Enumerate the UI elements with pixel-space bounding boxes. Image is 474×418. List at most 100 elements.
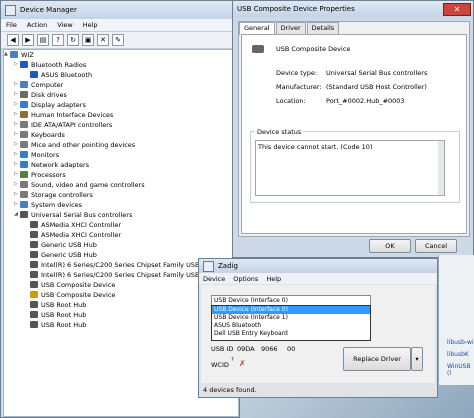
tree-row[interactable]: ▷ Disk drives: [4, 90, 238, 100]
expand-icon[interactable]: ▷: [14, 112, 19, 117]
dropdown-option[interactable]: Dell USB Entry Keyboard: [212, 330, 370, 338]
menu-zadig-help[interactable]: Help: [266, 275, 281, 283]
expand-icon[interactable]: ▷: [14, 172, 19, 177]
tree-row[interactable]: ▲ WIZ: [4, 50, 238, 60]
tree-row-label: Network adapters: [31, 161, 90, 169]
device-manager-title: Device Manager: [20, 6, 77, 14]
cancel-button[interactable]: Cancel: [415, 239, 457, 253]
usb-icon: [30, 221, 38, 228]
libusb-link[interactable]: libusb-wi: [447, 339, 474, 346]
wcid-help-icon[interactable]: ?: [231, 357, 234, 363]
device-manager-menubar: File Action View Help: [1, 19, 239, 32]
expand-icon[interactable]: ▷: [14, 82, 19, 87]
menu-device[interactable]: Device: [203, 275, 225, 283]
tree-row-label: Processors: [31, 171, 66, 179]
tree-row-label: Intel(R) 6 Series/C200 Series Chipset Fa…: [41, 271, 200, 279]
back-icon[interactable]: ◀: [7, 34, 19, 46]
menu-action[interactable]: Action: [27, 21, 47, 29]
device-name: USB Composite Device: [276, 45, 351, 53]
uninstall-icon[interactable]: ✎: [112, 34, 124, 46]
dropdown-option[interactable]: ASUS Bluetooth: [212, 322, 370, 330]
expand-icon[interactable]: ▷: [14, 142, 19, 147]
dropdown-option[interactable]: USB Device (Interface 0): [212, 306, 370, 314]
tree-row-label: System devices: [31, 201, 83, 209]
status-scrollbar[interactable]: [438, 141, 444, 195]
device-status-box[interactable]: This device cannot start. (Code 10): [255, 140, 445, 196]
tree-row[interactable]: ▷ System devices: [4, 200, 238, 210]
usb-id-label: USB ID: [211, 345, 234, 353]
expand-icon[interactable]: ▷: [14, 132, 19, 137]
tab-driver[interactable]: Driver: [275, 22, 306, 34]
device-status-label: Device status: [255, 128, 304, 136]
replace-driver-button[interactable]: Replace Driver: [343, 347, 411, 371]
update-driver-icon[interactable]: ↻: [67, 34, 79, 46]
expand-icon[interactable]: ▷: [14, 102, 19, 107]
tree-row[interactable]: ▷ Processors: [4, 170, 238, 180]
ok-button[interactable]: OK: [369, 239, 411, 253]
display-icon: [20, 101, 28, 108]
tree-row-label: USB Root Hub: [41, 311, 87, 319]
expand-icon[interactable]: ▷: [14, 202, 19, 207]
device-status-text: This device cannot start. (Code 10): [258, 143, 373, 151]
sound-icon: [20, 181, 28, 188]
expand-icon[interactable]: ▷: [14, 62, 19, 67]
menu-file[interactable]: File: [6, 21, 17, 29]
device-manager-titlebar[interactable]: Device Manager: [1, 1, 239, 19]
scan-hardware-icon[interactable]: ▣: [82, 34, 94, 46]
tree-row[interactable]: ASUS Bluetooth: [4, 70, 238, 80]
properties-titlebar[interactable]: USB Composite Device Properties: [233, 1, 473, 17]
manufacturer-label: Manufacturer:: [276, 83, 322, 91]
libusbk-link[interactable]: libusbK: [447, 351, 469, 358]
replace-driver-dropdown[interactable]: ▾: [411, 347, 423, 371]
tree-row-label: ASMedia XHCI Controller: [41, 231, 121, 239]
tree-row[interactable]: Generic USB Hub: [4, 240, 238, 250]
tree-row[interactable]: ▷ Human Interface Devices: [4, 110, 238, 120]
tree-row-label: Generic USB Hub: [41, 251, 97, 259]
expand-icon[interactable]: ▷: [14, 192, 19, 197]
menu-options[interactable]: Options: [233, 275, 258, 283]
tree-row[interactable]: ◢ Universal Serial Bus controllers: [4, 210, 238, 220]
expand-icon[interactable]: ▷: [14, 182, 19, 187]
usb-icon: [30, 321, 38, 328]
mouse-icon: [20, 141, 28, 148]
tree-row[interactable]: ASMedia XHCI Controller: [4, 230, 238, 240]
expand-icon[interactable]: ▷: [14, 122, 19, 127]
help-icon[interactable]: ?: [52, 34, 64, 46]
close-icon[interactable]: ✕: [443, 3, 471, 16]
dropdown-option[interactable]: USB Device (Interface 1): [212, 314, 370, 322]
tree-row[interactable]: ▷ Display adapters: [4, 100, 238, 110]
expand-icon[interactable]: ▷: [14, 152, 19, 157]
menu-view[interactable]: View: [57, 21, 72, 29]
tree-row[interactable]: ▷ Computer: [4, 80, 238, 90]
disable-icon[interactable]: ✕: [97, 34, 109, 46]
tree-row[interactable]: ▷ IDE ATA/ATAPI controllers: [4, 120, 238, 130]
forward-icon[interactable]: ▶: [22, 34, 34, 46]
tree-row[interactable]: ▷ Monitors: [4, 150, 238, 160]
expand-icon[interactable]: ◢: [14, 212, 19, 217]
zadig-titlebar[interactable]: Zadig: [199, 259, 437, 273]
tree-row[interactable]: ▷ Keyboards: [4, 130, 238, 140]
menu-help[interactable]: Help: [83, 21, 98, 29]
tab-details[interactable]: Details: [306, 22, 340, 34]
expand-icon[interactable]: ▷: [14, 92, 19, 97]
tree-row[interactable]: ▷ Sound, video and game controllers: [4, 180, 238, 190]
tree-row[interactable]: ▷ Mice and other pointing devices: [4, 140, 238, 150]
expand-icon[interactable]: ▷: [14, 162, 19, 167]
device-dropdown[interactable]: USB Device (Interface 0) USB Device (Int…: [211, 305, 371, 341]
zadig-body: USB Device (Interface 0) USB Device (Int…: [201, 285, 435, 383]
tree-row[interactable]: ▷ Storage controllers: [4, 190, 238, 200]
expand-icon[interactable]: ▲: [4, 52, 9, 57]
bluetooth-icon: [20, 61, 28, 68]
wcid-label: WCID: [211, 361, 229, 369]
usb-icon: [30, 241, 38, 248]
tree-row-label: Keyboards: [31, 131, 65, 139]
properties-icon[interactable]: ▤: [37, 34, 49, 46]
winusb-link[interactable]: WinUSB (l: [447, 363, 474, 377]
usb-icon: [30, 271, 38, 278]
tree-row-label: USB Root Hub: [41, 321, 87, 329]
tree-row[interactable]: ASMedia XHCI Controller: [4, 220, 238, 230]
tree-row[interactable]: ▷ Bluetooth Radios: [4, 60, 238, 70]
device-manager-icon: [5, 4, 16, 16]
tree-row-label: Monitors: [31, 151, 60, 159]
tree-row[interactable]: ▷ Network adapters: [4, 160, 238, 170]
